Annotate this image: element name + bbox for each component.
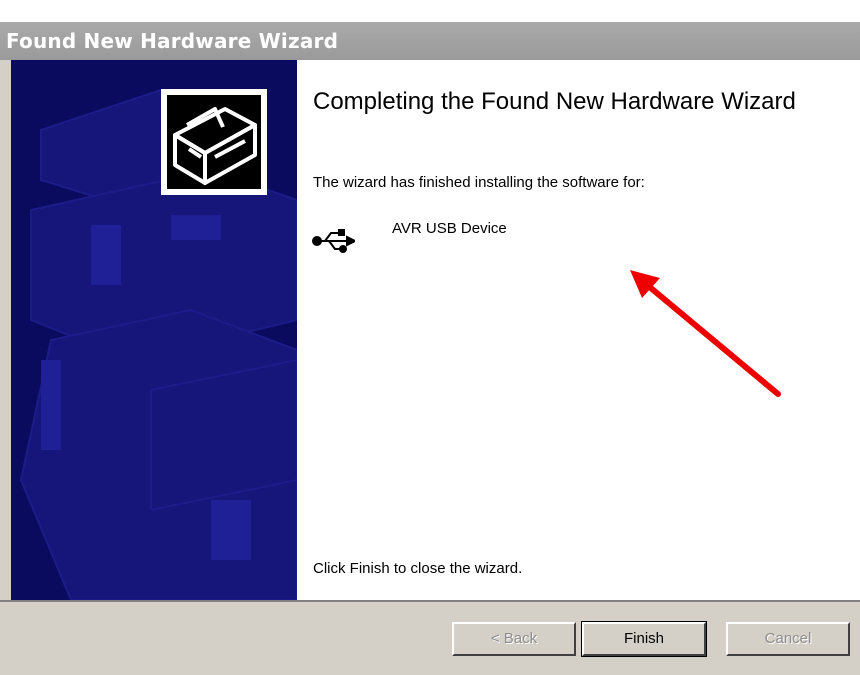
closing-text: Click Finish to close the wizard. <box>313 560 523 577</box>
device-name: AVR USB Device <box>392 220 507 237</box>
window-title: Found New Hardware Wizard <box>6 29 339 53</box>
wizard-heading: Completing the Found New Hardware Wizard <box>313 88 796 115</box>
title-bar[interactable]: Found New Hardware Wizard <box>0 22 860 61</box>
back-button[interactable]: < Back <box>452 622 576 656</box>
finish-button[interactable]: Finish <box>581 621 707 657</box>
intro-text: The wizard has finished installing the s… <box>313 174 645 191</box>
cancel-button[interactable]: Cancel <box>726 622 850 656</box>
button-bar: < Back Finish Cancel <box>0 600 860 675</box>
annotation-arrow <box>630 270 781 397</box>
wizard-side-panel <box>11 60 297 600</box>
desktop-strip <box>0 0 860 22</box>
drive-bay-icon <box>173 107 257 185</box>
usb-icon <box>312 229 355 253</box>
hardware-logo <box>161 89 267 195</box>
